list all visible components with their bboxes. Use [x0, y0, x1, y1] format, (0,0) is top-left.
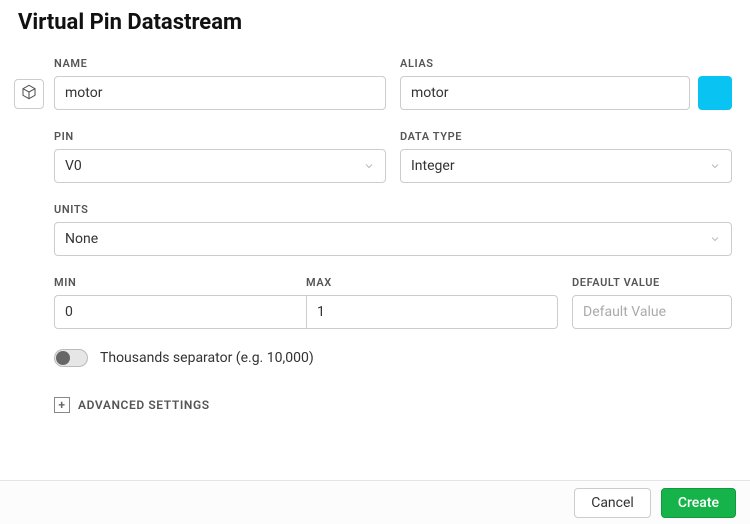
alias-field: ALIAS [400, 57, 732, 110]
name-field: NAME [54, 57, 386, 110]
name-input[interactable] [54, 76, 386, 110]
units-field: UNITS None [54, 203, 732, 256]
advanced-settings-toggle[interactable]: + ADVANCED SETTINGS [54, 397, 732, 413]
min-field: MIN [54, 276, 306, 329]
data-type-field: DATA TYPE Integer [400, 130, 732, 183]
advanced-settings-label: ADVANCED SETTINGS [78, 398, 210, 412]
default-value-label: DEFAULT VALUE [572, 276, 732, 289]
cube-icon [21, 84, 37, 104]
chevron-down-icon [709, 233, 721, 245]
units-select[interactable]: None [54, 222, 732, 256]
chevron-down-icon [363, 160, 375, 172]
thousands-separator-label: Thousands separator (e.g. 10,000) [100, 350, 314, 366]
pin-field: PIN V0 [54, 130, 386, 183]
datastream-icon-button[interactable] [14, 79, 44, 109]
plus-icon: + [54, 397, 70, 413]
page-title: Virtual Pin Datastream [18, 10, 732, 35]
pin-value: V0 [65, 158, 363, 174]
alias-label: ALIAS [400, 57, 732, 70]
thousands-separator-toggle[interactable] [54, 349, 88, 367]
form-area: NAME ALIAS PIN V0 DATA TYPE Integer [18, 57, 732, 413]
cancel-button[interactable]: Cancel [574, 488, 651, 518]
units-label: UNITS [54, 203, 732, 216]
min-label: MIN [54, 276, 306, 289]
pin-select[interactable]: V0 [54, 149, 386, 183]
max-field: MAX [306, 276, 558, 329]
name-label: NAME [54, 57, 386, 70]
alias-input[interactable] [400, 76, 690, 110]
default-value-input[interactable] [572, 295, 732, 329]
create-button[interactable]: Create [661, 488, 736, 518]
dialog-footer: Cancel Create [0, 480, 750, 524]
color-swatch[interactable] [698, 76, 732, 110]
default-value-field: DEFAULT VALUE [572, 276, 732, 329]
max-label: MAX [306, 276, 558, 289]
max-input[interactable] [306, 295, 558, 329]
chevron-down-icon [709, 160, 721, 172]
data-type-select[interactable]: Integer [400, 149, 732, 183]
units-value: None [65, 231, 709, 247]
data-type-value: Integer [411, 158, 709, 174]
data-type-label: DATA TYPE [400, 130, 732, 143]
pin-label: PIN [54, 130, 386, 143]
min-input[interactable] [54, 295, 306, 329]
